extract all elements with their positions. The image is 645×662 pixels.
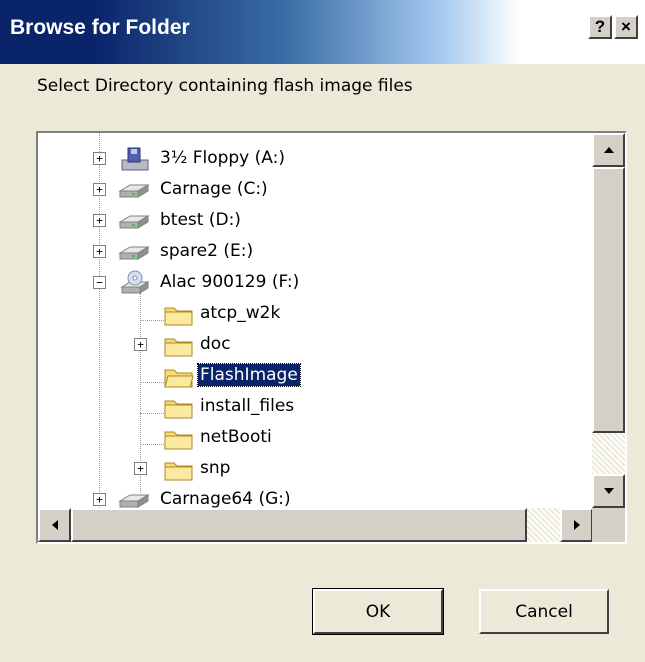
- tree-item-carnage64-g[interactable]: + Carnage64 (G:): [38, 486, 593, 508]
- cd-drive-icon: [120, 270, 150, 301]
- hard-drive-icon: [118, 489, 150, 508]
- title-bar[interactable]: Browse for Folder ? ×: [0, 0, 645, 64]
- ok-button[interactable]: OK: [312, 588, 444, 635]
- tree-item-label: btest (D:): [160, 210, 241, 230]
- tree-item-snp[interactable]: + snp: [38, 455, 593, 483]
- scroll-up-button[interactable]: [592, 133, 625, 167]
- tree-item-alac-f[interactable]: − Alac 900129 (F:): [38, 269, 593, 297]
- tree-item-label: Carnage (C:): [160, 179, 268, 199]
- vertical-scrollbar[interactable]: [592, 133, 625, 508]
- folder-icon: [164, 335, 194, 362]
- browse-for-folder-dialog: Browse for Folder ? × Select Directory c…: [0, 0, 645, 662]
- tree-item-label: Alac 900129 (F:): [160, 272, 300, 292]
- window-title: Browse for Folder: [10, 16, 190, 39]
- tree-viewport: + 3½ Floppy (A:) + Carnage (C:) + btest …: [38, 133, 593, 508]
- hard-drive-icon: [118, 241, 150, 268]
- tree-item-label: FlashImage: [197, 363, 301, 387]
- vertical-scroll-thumb[interactable]: [592, 167, 625, 433]
- tree-item-label: doc: [200, 334, 231, 354]
- expand-toggle[interactable]: +: [93, 493, 106, 506]
- tree-item-floppy-a[interactable]: + 3½ Floppy (A:): [38, 145, 593, 173]
- tree-item-atcp-w2k[interactable]: atcp_w2k: [38, 300, 593, 328]
- folder-icon: [164, 428, 194, 455]
- expand-toggle[interactable]: +: [93, 245, 106, 258]
- folder-icon: [164, 459, 194, 486]
- horizontal-scroll-thumb[interactable]: [71, 508, 527, 542]
- tree-item-flashimage[interactable]: FlashImage: [38, 362, 593, 390]
- tree-item-install-files[interactable]: install_files: [38, 393, 593, 421]
- expand-toggle[interactable]: +: [134, 338, 147, 351]
- arrow-down-icon: [603, 488, 614, 494]
- help-button[interactable]: ?: [588, 15, 612, 39]
- tree-item-label: spare2 (E:): [160, 241, 254, 261]
- arrow-left-icon: [51, 520, 58, 530]
- arrow-right-icon: [573, 520, 580, 530]
- tree-item-label: atcp_w2k: [200, 303, 281, 323]
- expand-toggle[interactable]: +: [93, 214, 106, 227]
- tree-item-btest-d[interactable]: + btest (D:): [38, 207, 593, 235]
- expand-toggle[interactable]: +: [93, 152, 106, 165]
- scrollbar-corner: [592, 508, 625, 542]
- floppy-drive-icon: [120, 146, 150, 177]
- tree-item-label: 3½ Floppy (A:): [160, 148, 285, 168]
- arrow-up-icon: [603, 147, 614, 153]
- hard-drive-icon: [118, 179, 150, 206]
- folder-icon: [164, 304, 194, 331]
- cancel-button[interactable]: Cancel: [479, 589, 609, 634]
- expand-toggle[interactable]: +: [93, 183, 106, 196]
- folder-tree[interactable]: + 3½ Floppy (A:) + Carnage (C:) + btest …: [36, 131, 627, 544]
- tree-item-carnage-c[interactable]: + Carnage (C:): [38, 176, 593, 204]
- tree-item-label: snp: [200, 458, 231, 478]
- folder-open-icon: [164, 366, 194, 393]
- tree-item-label: install_files: [200, 396, 295, 416]
- prompt-text: Select Directory containing flash image …: [37, 76, 413, 96]
- folder-icon: [164, 397, 194, 424]
- horizontal-scrollbar[interactable]: [38, 508, 593, 542]
- tree-item-label: netBooti: [200, 427, 272, 447]
- close-button[interactable]: ×: [614, 15, 638, 39]
- tree-item-netbooti[interactable]: netBooti: [38, 424, 593, 452]
- tree-item-doc[interactable]: + doc: [38, 331, 593, 359]
- scroll-down-button[interactable]: [592, 474, 625, 508]
- scroll-left-button[interactable]: [38, 508, 71, 542]
- tree-item-label: Carnage64 (G:): [160, 489, 291, 508]
- tree-item-spare2-e[interactable]: + spare2 (E:): [38, 238, 593, 266]
- hard-drive-icon: [118, 210, 150, 237]
- collapse-toggle[interactable]: −: [93, 276, 106, 289]
- scroll-right-button[interactable]: [560, 508, 593, 542]
- expand-toggle[interactable]: +: [134, 462, 147, 475]
